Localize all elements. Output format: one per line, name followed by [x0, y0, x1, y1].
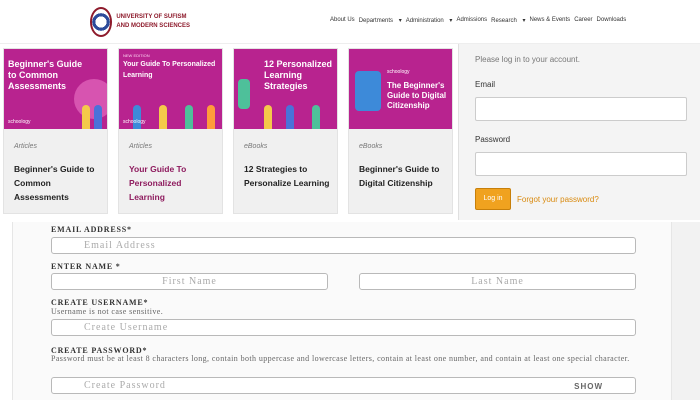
card-category: eBooks: [244, 143, 268, 150]
username-note: Username is not case sensitive.: [51, 307, 164, 316]
resource-card[interactable]: schoology The Beginner's Guide to Digita…: [348, 48, 453, 214]
logo-line-2: AND MODERN SCIENCES: [116, 23, 190, 29]
nav-admissions[interactable]: Admissions: [456, 17, 487, 24]
email-address-input[interactable]: Email Address: [51, 237, 636, 254]
card-image-subtitle: NEW EDITION: [123, 53, 150, 58]
logo-text: UNIVERSITY OF SUFISM AND MODERN SCIENCES: [116, 13, 190, 31]
person-illustration: [312, 105, 320, 129]
password-field[interactable]: [475, 152, 687, 176]
card-image: schoology The Beginner's Guide to Digita…: [349, 49, 452, 129]
nav-research[interactable]: Research ▾: [491, 17, 525, 24]
nav-news-events[interactable]: News & Events: [530, 17, 571, 24]
create-password-placeholder: Create Password: [84, 380, 166, 391]
card-title[interactable]: Beginner's Guide to Common Assessments: [14, 162, 102, 204]
card-brand: schoology: [387, 69, 410, 75]
login-prompt: Please log in to your account.: [475, 55, 580, 64]
card-image-title: The Beginner's Guide to Digital Citizens…: [387, 81, 447, 110]
create-password-input[interactable]: Create Password SHOW: [51, 377, 636, 394]
first-name-input[interactable]: First Name: [51, 273, 328, 290]
enter-name-label: ENTER NAME *: [51, 262, 121, 271]
nav-departments-label: Departments: [358, 18, 394, 24]
university-logo[interactable]: UNIVERSITY OF SUFISM AND MODERN SCIENCES: [90, 6, 190, 38]
login-panel: Please log in to your account. Email Pas…: [458, 44, 700, 220]
email-address-label: EMAIL ADDRESS*: [51, 225, 132, 234]
page-edge: [672, 222, 700, 400]
email-field[interactable]: [475, 97, 687, 121]
person-illustration: [185, 105, 193, 129]
card-image: NEW EDITION Your Guide To Personalized L…: [119, 49, 222, 129]
person-illustration: [355, 71, 381, 111]
create-username-label: CREATE USERNAME*: [51, 298, 149, 307]
card-brand: schoology: [8, 119, 31, 125]
nav-departments[interactable]: Departments ▾: [359, 17, 402, 24]
card-image: 12 Personalized Learning Strategies: [234, 49, 337, 129]
nav-administration[interactable]: Administration ▾: [406, 17, 453, 24]
person-illustration: [238, 79, 250, 109]
person-illustration: [264, 105, 272, 129]
person-illustration: [286, 105, 294, 129]
password-requirements-note: Password must be at least 8 characters l…: [51, 354, 630, 363]
resource-card[interactable]: NEW EDITION Your Guide To Personalized L…: [118, 48, 223, 214]
card-image-title: Beginner's Guide to Common Assessments: [8, 59, 83, 91]
nav-research-label: Research: [491, 18, 517, 24]
registration-form: EMAIL ADDRESS* Email Address ENTER NAME …: [12, 222, 672, 400]
card-image-title: Your Guide To Personalized Learning: [123, 61, 216, 79]
resource-card[interactable]: Beginner's Guide to Common Assessments s…: [3, 48, 108, 214]
nav-administration-label: Administration: [405, 18, 444, 24]
card-title[interactable]: 12 Strategies to Personalize Learning: [244, 162, 332, 190]
create-username-input[interactable]: Create Username: [51, 319, 636, 336]
card-category: Articles: [14, 143, 37, 150]
card-brand: schoology: [123, 119, 146, 125]
logo-line-1: UNIVERSITY OF SUFISM: [116, 14, 187, 20]
nav-career[interactable]: Career: [574, 17, 592, 24]
card-image-title: 12 Personalized Learning Strategies: [264, 59, 333, 91]
card-title[interactable]: Beginner's Guide to Digital Citizenship: [359, 162, 447, 190]
person-illustration: [82, 105, 90, 129]
site-header: UNIVERSITY OF SUFISM AND MODERN SCIENCES…: [0, 0, 700, 44]
resource-cards: Beginner's Guide to Common Assessments s…: [0, 48, 460, 216]
card-category: Articles: [129, 143, 152, 150]
card-title[interactable]: Your Guide To Personalized Learning: [129, 162, 217, 204]
person-illustration: [94, 105, 102, 129]
person-illustration: [207, 105, 215, 129]
decorative-shape: [74, 79, 107, 119]
nav-about[interactable]: About Us: [330, 17, 355, 24]
person-illustration: [159, 105, 167, 129]
password-label: Password: [475, 135, 511, 144]
nav-downloads[interactable]: Downloads: [597, 17, 627, 24]
university-seal-icon: [90, 7, 113, 37]
person-illustration: [133, 105, 141, 129]
last-name-input[interactable]: Last Name: [359, 273, 636, 290]
card-image: Beginner's Guide to Common Assessments s…: [4, 49, 107, 129]
main-nav: About Us Departments ▾ Administration ▾ …: [330, 17, 630, 24]
email-label: Email: [475, 80, 496, 89]
resource-card[interactable]: 12 Personalized Learning Strategies eBoo…: [233, 48, 338, 214]
login-button[interactable]: Log in: [475, 188, 511, 210]
forgot-password-link[interactable]: Forgot your password?: [517, 195, 599, 204]
show-password-button[interactable]: SHOW: [574, 379, 603, 394]
card-category: eBooks: [359, 143, 383, 150]
